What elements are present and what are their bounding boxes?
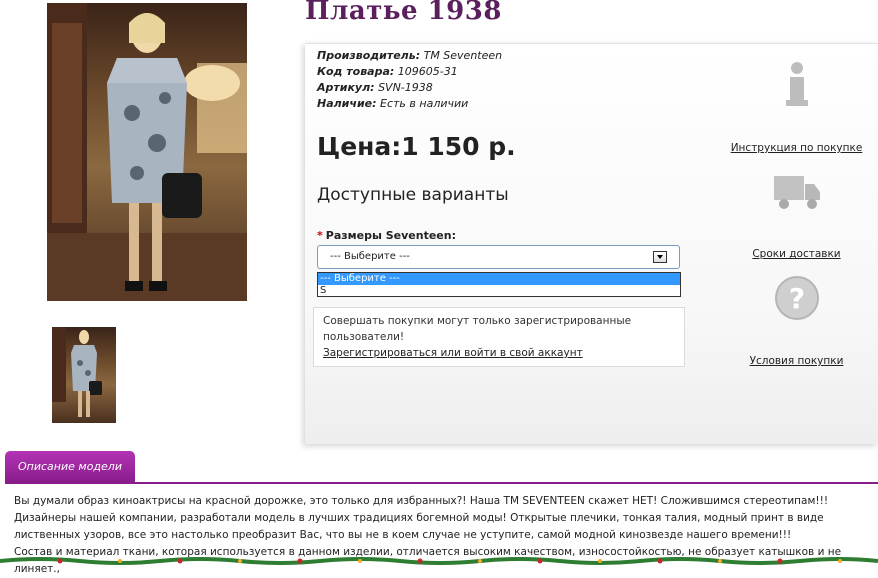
- product-title: Платье 1938: [305, 0, 502, 26]
- delivery-terms-link[interactable]: Сроки доставки: [752, 248, 840, 260]
- info-icon[interactable]: [785, 62, 809, 106]
- truck-icon[interactable]: [772, 172, 822, 212]
- size-label: * Размеры Seventeen:: [317, 229, 456, 242]
- dress-thumbnail-illustration: [52, 327, 102, 417]
- purchase-instruction-block: Инструкция по покупке: [715, 62, 878, 155]
- size-select-value: --- Выберите ---: [330, 251, 410, 262]
- description-paragraph: Вы думали образ киноактрисы на красной д…: [14, 495, 829, 507]
- question-icon[interactable]: ?: [774, 275, 820, 321]
- chevron-down-icon[interactable]: [653, 251, 667, 263]
- garland-decoration: [0, 557, 878, 565]
- required-mark: *: [317, 229, 323, 242]
- purchase-instruction-link[interactable]: Инструкция по покупке: [731, 142, 863, 154]
- variants-heading: Доступные варианты: [317, 185, 509, 205]
- product-meta: Производитель: TM Seventeen Код товара: …: [317, 48, 502, 112]
- purchase-conditions-block: ? Условия покупки: [715, 275, 878, 368]
- product-price: Цена:1 150 р.: [317, 132, 516, 161]
- description-paragraph: Дизайнеры нашей компании, разработали мо…: [14, 512, 824, 541]
- dress-photo-illustration: [47, 3, 247, 301]
- product-details-panel: Производитель: TM Seventeen Код товара: …: [305, 43, 878, 444]
- meta-availability: Наличие: Есть в наличии: [317, 97, 469, 110]
- meta-sku: Артикул: SVN-1938: [317, 81, 433, 94]
- purchase-conditions-link[interactable]: Условия покупки: [750, 355, 844, 367]
- meta-product-code: Код товара: 109605-31: [317, 65, 458, 78]
- size-select[interactable]: --- Выберите ---: [317, 245, 680, 269]
- register-login-link[interactable]: Зарегистрироваться или войти в свой акка…: [323, 347, 583, 359]
- notice-text: Совершать покупки могут только зарегистр…: [323, 315, 632, 343]
- size-option[interactable]: --- Выберите ---: [318, 273, 680, 285]
- registration-notice: Совершать покупки могут только зарегистр…: [313, 307, 685, 367]
- meta-manufacturer: Производитель: TM Seventeen: [317, 49, 503, 62]
- size-option[interactable]: S: [318, 285, 680, 297]
- size-dropdown-list: --- Выберите --- S: [317, 272, 681, 297]
- product-main-image[interactable]: [47, 3, 247, 301]
- product-thumbnail[interactable]: [52, 327, 116, 423]
- svg-text:?: ?: [788, 282, 804, 315]
- tab-model-description[interactable]: Описание модели: [5, 451, 135, 482]
- delivery-terms-block: Сроки доставки: [715, 172, 878, 261]
